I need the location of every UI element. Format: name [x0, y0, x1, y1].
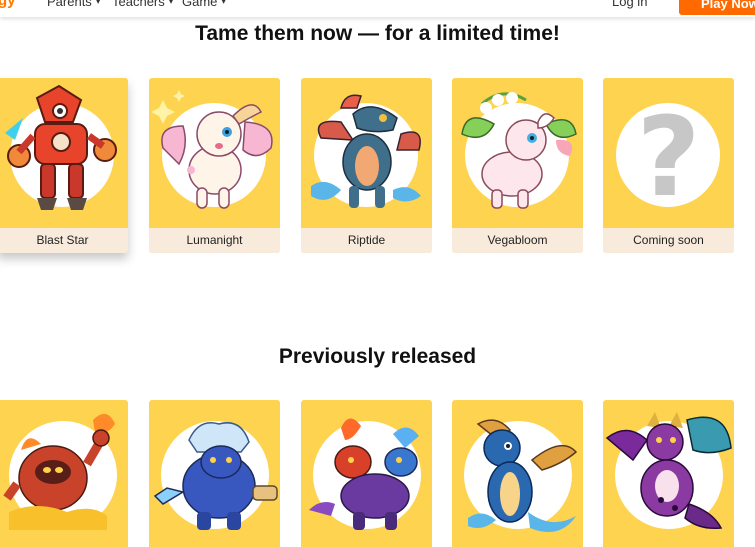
chevron-down-icon: ▾ [168, 0, 174, 6]
nav-parents-label: Parents [47, 0, 92, 9]
nav-parents[interactable]: Parents ▾ [47, 0, 100, 9]
creature-card-coming-soon[interactable]: ? Coming soon [603, 78, 734, 253]
creature-card-lumanight[interactable]: Lumanight [149, 78, 280, 253]
lumanight-icon [151, 90, 273, 209]
creature-card-previous-1[interactable] [0, 400, 128, 547]
creature-card-riptide[interactable]: Riptide [301, 78, 432, 253]
chevron-down-icon: ▾ [95, 0, 101, 6]
ice-beast-icon [153, 422, 278, 530]
play-now-button[interactable]: Play Now [679, 0, 755, 15]
creature-card-previous-2[interactable] [149, 400, 280, 547]
brand-logo[interactable]: gy [0, 0, 16, 9]
fire-creature-icon [3, 413, 115, 530]
creature-name: Coming soon [603, 228, 734, 253]
question-mark-icon: ? [636, 93, 701, 221]
top-navigation-bar: gy Parents ▾ Teachers ▾ Game ▾ Log in Pl… [0, 0, 755, 17]
creature-card-previous-5[interactable] [603, 400, 734, 547]
water-serpent-icon [468, 419, 578, 532]
creature-card-previous-4[interactable] [452, 400, 583, 547]
nav-teachers[interactable]: Teachers ▾ [112, 0, 173, 9]
login-link[interactable]: Log in [612, 0, 647, 9]
chevron-down-icon: ▾ [221, 0, 226, 6]
vegabloom-icon [461, 92, 577, 209]
blast-star-icon [5, 84, 117, 210]
fire-ice-dragon-icon [309, 418, 419, 530]
creature-name: Blast Star [0, 228, 128, 253]
nav-game-label: Game [182, 0, 218, 9]
creature-card-previous-3[interactable] [301, 400, 432, 547]
nav-game[interactable]: Game ▾ [182, 0, 226, 9]
previously-released-title: Previously released [278, 345, 477, 368]
riptide-icon [311, 94, 421, 208]
creature-name: Riptide [301, 228, 432, 253]
creature-card-vegabloom[interactable]: Vegabloom [452, 78, 583, 253]
limited-time-title: Tame them now — for a limited time! [195, 22, 560, 45]
winged-dragon-icon [605, 412, 732, 530]
creature-card-blast-star[interactable]: Blast Star [0, 78, 128, 253]
nav-teachers-label: Teachers [112, 0, 165, 9]
creature-name: Vegabloom [452, 228, 583, 253]
creature-name: Lumanight [149, 228, 280, 253]
